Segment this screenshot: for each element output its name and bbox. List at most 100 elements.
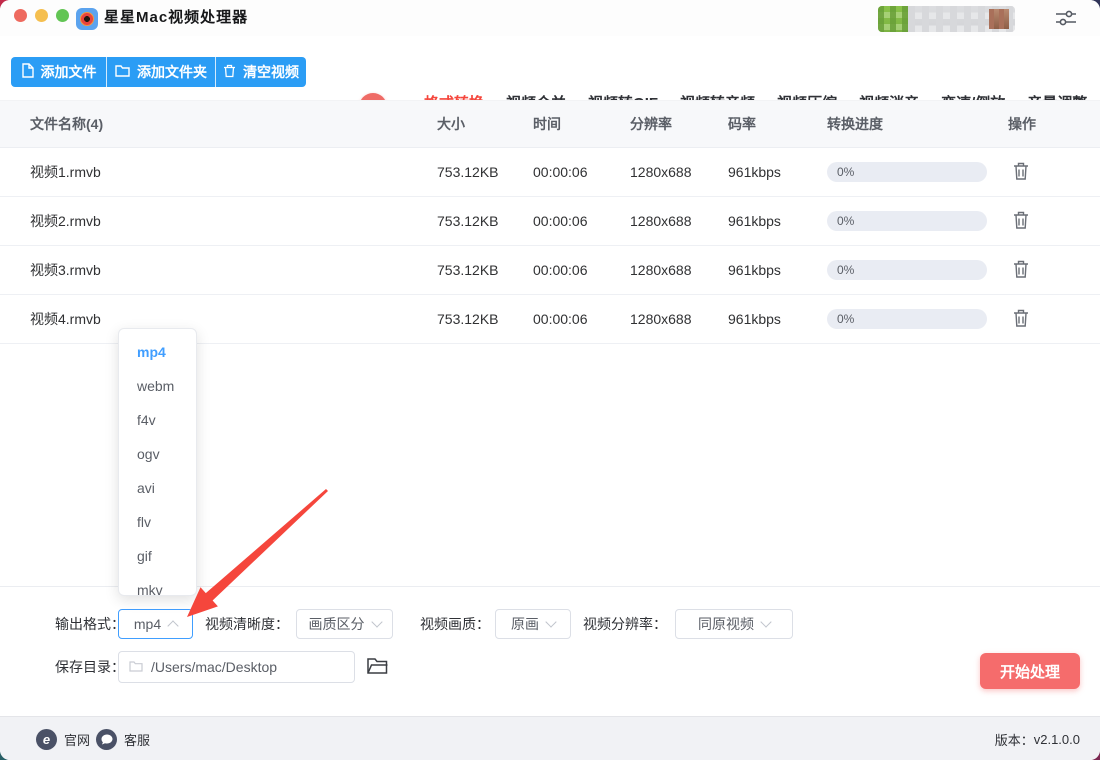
cell-time: 00:00:06 (533, 262, 588, 278)
dropdown-option-avi[interactable]: avi (119, 471, 196, 505)
video-table: 文件名称(4) 大小 时间 分辨率 码率 转换进度 操作 视频1.rmvb 75… (0, 100, 1100, 344)
window-controls (14, 9, 69, 22)
col-progress: 转换进度 (827, 116, 883, 132)
website-label: 官网 (64, 732, 91, 748)
progress-value: 0% (837, 165, 855, 179)
delete-row-button[interactable] (1010, 258, 1032, 282)
file-actions-group: 添加文件 添加文件夹 清空视频 (11, 57, 306, 87)
add-folder-label: 添加文件夹 (137, 64, 207, 80)
output-format-label: 输出格式： (55, 616, 125, 632)
cell-size: 753.12KB (437, 164, 499, 180)
save-dir-value: /Users/mac/Desktop (151, 659, 278, 675)
resolution-label: 视频分辨率： (583, 616, 667, 632)
add-file-label: 添加文件 (40, 64, 97, 80)
zoom-button[interactable] (56, 9, 69, 22)
col-bitrate: 码率 (728, 116, 756, 132)
table-body: 视频1.rmvb 753.12KB 00:00:06 1280x688 961k… (0, 148, 1100, 344)
cell-bitrate: 961kbps (728, 213, 781, 229)
quality-select[interactable]: 原画 (495, 609, 571, 639)
col-filename: 文件名称(4) (30, 116, 104, 132)
folder-icon (115, 64, 130, 80)
add-folder-button[interactable]: 添加文件夹 (107, 57, 216, 87)
user-account-info[interactable] (878, 6, 1015, 32)
col-actions: 操作 (1008, 116, 1036, 132)
chevron-up-icon (167, 620, 179, 632)
resolution-select[interactable]: 同原视频 (675, 609, 793, 639)
customer-service-link[interactable]: 客服 (96, 717, 150, 760)
quality-value: 原画 (511, 616, 539, 632)
user-name-blurred (908, 6, 1015, 32)
start-processing-button[interactable]: 开始处理 (980, 653, 1080, 689)
cell-actions (1008, 258, 1070, 282)
progress-value: 0% (837, 263, 855, 277)
cell-resolution: 1280x688 (630, 164, 692, 180)
table-row: 视频3.rmvb 753.12KB 00:00:06 1280x688 961k… (0, 246, 1100, 295)
clarity-label: 视频清晰度： (205, 616, 289, 632)
cell-filename: 视频2.rmvb (30, 213, 101, 229)
delete-row-button[interactable] (1010, 160, 1032, 184)
col-size: 大小 (437, 116, 465, 132)
browser-e-icon: e (36, 728, 57, 750)
cell-actions (1008, 160, 1070, 184)
clarity-value: 画质区分 (308, 616, 365, 632)
cell-size: 753.12KB (437, 262, 499, 278)
clear-videos-button[interactable]: 清空视频 (216, 57, 306, 87)
cell-filename: 视频3.rmvb (30, 262, 101, 278)
delete-row-button[interactable] (1010, 209, 1032, 233)
cell-filename: 视频1.rmvb (30, 164, 101, 180)
cell-actions (1008, 209, 1070, 233)
save-dir-input[interactable]: /Users/mac/Desktop (118, 651, 355, 683)
dropdown-option-flv[interactable]: flv (119, 505, 196, 539)
official-website-link[interactable]: e 官网 (36, 717, 90, 760)
add-file-button[interactable]: 添加文件 (11, 57, 107, 87)
dropdown-option-ogv[interactable]: ogv (119, 437, 196, 471)
cell-actions (1008, 307, 1070, 331)
col-time: 时间 (533, 116, 561, 132)
progress-bar: 0% (827, 260, 987, 280)
dropdown-option-webm[interactable]: webm (119, 369, 196, 403)
cell-progress: 0% (827, 211, 1008, 231)
user-badge-blurred (989, 9, 1009, 29)
dropdown-option-mp4[interactable]: mp4 (119, 335, 196, 369)
version-info: 版本： v2.1.0.0 (995, 717, 1080, 760)
cell-bitrate: 961kbps (728, 164, 781, 180)
chevron-down-icon (370, 616, 383, 628)
support-label: 客服 (124, 732, 151, 748)
delete-row-button[interactable] (1010, 307, 1032, 331)
save-dir-label: 保存目录： (55, 659, 125, 675)
chat-bubble-icon (96, 728, 117, 750)
cell-progress: 0% (827, 309, 1008, 329)
format-dropdown: mp4 webm f4v ogv avi flv gif mkv (118, 328, 197, 596)
browse-folder-button[interactable] (364, 653, 392, 681)
folder-open-icon (366, 657, 390, 679)
version-label: 版本： (994, 732, 1034, 748)
version-value: v2.1.0.0 (1033, 731, 1080, 747)
progress-bar: 0% (827, 211, 987, 231)
cell-size: 753.12KB (437, 213, 499, 229)
cell-progress: 0% (827, 260, 1008, 280)
chevron-down-icon (760, 616, 772, 628)
col-resolution: 分辨率 (630, 116, 672, 132)
settings-sliders-icon[interactable] (1055, 9, 1077, 27)
output-format-select[interactable]: mp4 (118, 609, 193, 639)
progress-value: 0% (837, 312, 855, 326)
cell-resolution: 1280x688 (630, 213, 692, 229)
dropdown-option-f4v[interactable]: f4v (119, 403, 196, 437)
cell-filename: 视频4.rmvb (30, 311, 101, 327)
minimize-button[interactable] (35, 9, 48, 22)
dropdown-option-gif[interactable]: gif (119, 539, 196, 573)
cell-resolution: 1280x688 (630, 262, 692, 278)
dropdown-option-mkv[interactable]: mkv (119, 573, 196, 595)
toolbar: 添加文件 添加文件夹 清空视频 ‹ ‹ 格式转换视频合并视频转GIF视频转音频视… (0, 36, 1100, 124)
folder-light-icon (129, 659, 143, 675)
progress-value: 0% (837, 214, 855, 228)
progress-bar: 0% (827, 309, 987, 329)
cell-time: 00:00:06 (533, 311, 588, 327)
close-button[interactable] (14, 9, 27, 22)
titlebar: 星星Mac视频处理器 (0, 0, 1100, 36)
table-row: 视频2.rmvb 753.12KB 00:00:06 1280x688 961k… (0, 197, 1100, 246)
clarity-select[interactable]: 画质区分 (296, 609, 393, 639)
table-header-row: 文件名称(4) 大小 时间 分辨率 码率 转换进度 操作 (0, 100, 1100, 148)
cell-progress: 0% (827, 162, 1008, 182)
app-window: 星星Mac视频处理器 添加文件 添加文件夹 清空视频 文件名称(4) 大小 时间… (0, 0, 1100, 760)
